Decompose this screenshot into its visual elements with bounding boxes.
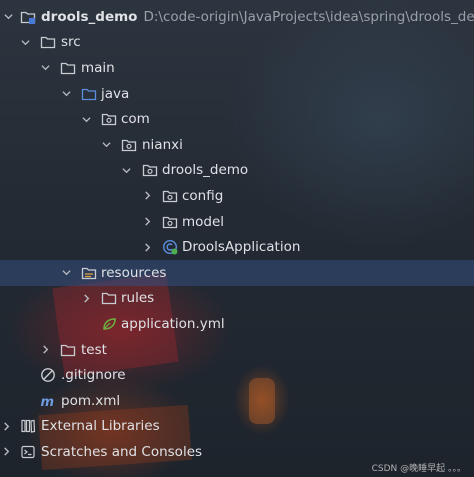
ignore-file-icon <box>40 367 56 383</box>
resources-folder-icon <box>81 265 97 281</box>
tree-label-application-yml: application.yml <box>121 315 225 332</box>
chevron-right-icon[interactable] <box>41 345 50 354</box>
package-icon <box>121 137 137 153</box>
tree-row-rules[interactable]: rules <box>0 286 474 312</box>
tree-label-scratches: Scratches and Consoles <box>41 443 203 460</box>
tree-row-external-libraries[interactable]: External Libraries <box>0 414 474 440</box>
chevron-right-icon[interactable] <box>143 217 152 226</box>
package-icon <box>162 214 178 230</box>
chevron-down-icon[interactable] <box>82 115 91 124</box>
folder-icon <box>60 60 76 76</box>
tree-row-main[interactable]: main <box>0 55 474 81</box>
chevron-right-icon[interactable] <box>82 294 91 303</box>
chevron-right-icon[interactable] <box>143 191 152 201</box>
spring-config-icon <box>101 316 117 332</box>
tree-row-config[interactable]: config <box>0 183 474 209</box>
source-folder-icon <box>81 86 97 102</box>
chevron-right-icon[interactable] <box>143 243 152 252</box>
tree-label-external-libraries: External Libraries <box>41 418 160 435</box>
libraries-icon <box>20 418 36 434</box>
tree-row-pom[interactable]: m pom.xml <box>0 388 474 414</box>
tree-label-pom: pom.xml <box>61 392 121 409</box>
tree-row-project-root[interactable]: drools_demo D:\code-origin\JavaProjects\i… <box>0 4 474 30</box>
tree-label-config: config <box>182 187 224 204</box>
chevron-down-icon[interactable] <box>4 12 13 21</box>
package-icon <box>101 111 117 127</box>
package-icon <box>162 188 178 204</box>
chevron-right-icon[interactable] <box>2 422 11 431</box>
project-path: D:\code-origin\JavaProjects\idea\spring\… <box>143 8 474 25</box>
scratches-icon <box>20 444 36 460</box>
folder-icon <box>40 34 56 50</box>
tree-label-model: model <box>182 213 225 230</box>
tree-label-gitignore: .gitignore <box>61 367 126 384</box>
tree-label-nianxi: nianxi <box>142 136 183 153</box>
tree-row-nianxi[interactable]: nianxi <box>0 132 474 158</box>
tree-row-com[interactable]: com <box>0 106 474 132</box>
chevron-down-icon[interactable] <box>21 38 30 47</box>
tree-row-gitignore[interactable]: .gitignore <box>0 362 474 388</box>
tree-label-main: main <box>81 59 115 76</box>
tree-row-test[interactable]: test <box>0 337 474 363</box>
tree-row-drools-demo-package[interactable]: drools_demo <box>0 158 474 184</box>
chevron-down-icon[interactable] <box>41 63 50 72</box>
tree-label-drools-demo: drools_demo <box>162 162 249 179</box>
tree-row-application-yml[interactable]: application.yml <box>0 311 474 337</box>
tree-label-resources: resources <box>101 264 167 281</box>
chevron-down-icon[interactable] <box>62 89 71 98</box>
tree-row-resources[interactable]: resources <box>0 260 474 286</box>
chevron-down-icon[interactable] <box>102 140 111 149</box>
tree-label-java: java <box>101 85 130 102</box>
watermark: CSDN @晚睡早起 。。。 <box>371 464 466 474</box>
tree-label-src: src <box>61 34 81 51</box>
folder-icon <box>101 290 117 306</box>
folder-icon <box>60 342 76 358</box>
tree-label-drools-application: DroolsApplication <box>182 239 301 256</box>
maven-icon: m <box>40 393 56 409</box>
tree-label-com: com <box>121 111 150 128</box>
tree-row-model[interactable]: model <box>0 209 474 235</box>
tree-label-test: test <box>81 341 107 358</box>
tree-row-src[interactable]: src <box>0 30 474 56</box>
package-icon <box>142 162 158 178</box>
chevron-right-icon[interactable] <box>2 447 11 457</box>
chevron-down-icon[interactable] <box>62 268 71 277</box>
chevron-down-icon[interactable] <box>122 166 131 175</box>
tree-label-rules: rules <box>121 290 155 307</box>
project-name: drools_demo <box>41 8 138 25</box>
module-folder-icon <box>20 9 36 25</box>
tree-row-drools-application[interactable]: DroolsApplication <box>0 234 474 260</box>
spring-class-icon <box>162 239 178 255</box>
svg-text:m: m <box>41 395 55 409</box>
tree-row-java[interactable]: java <box>0 81 474 107</box>
